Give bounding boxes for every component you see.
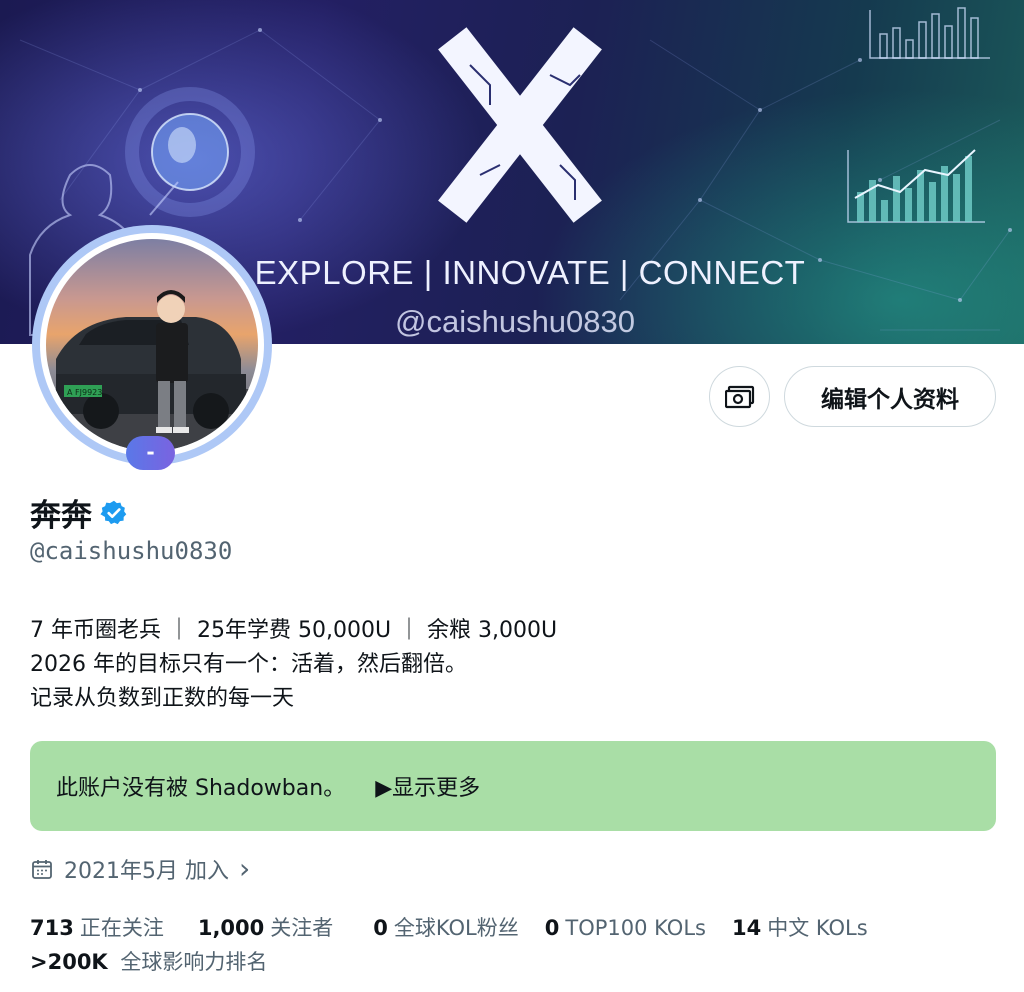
profile-handle: @caishushu0830 [30,537,233,565]
cn-kol-stat[interactable]: 14 中文 KOLs [732,912,868,942]
show-more-link[interactable]: ▶显示更多 [375,770,480,802]
avatar[interactable]: A FJ9923 [32,225,272,465]
tip-button[interactable] [709,366,770,427]
shadowban-text: 此账户没有被 Shadowban。 [56,776,346,801]
top100-count: 0 [544,916,560,940]
following-label: 正在关注 [79,916,164,940]
display-name: 奔奔 [30,498,92,534]
rank-value: >200K [30,950,108,974]
avatar-frame: A FJ9923 [40,233,264,457]
global-kol-stat[interactable]: 0 全球KOL粉丝 [373,912,518,942]
verified-badge-icon[interactable] [100,499,128,527]
chevron-right-icon: › [238,852,251,885]
license-plate: A FJ9923 [67,388,102,397]
profile-bio: 7 年币圈老兵 ｜ 25年学费 50,000U ｜ 余粮 3,000U 2026… [30,614,557,716]
joined-date-row[interactable]: 2021年5月 加入 › [30,853,250,885]
bio-line: 2026 年的目标只有一个：活着，然后翻倍。 [30,652,467,677]
calendar-icon [32,860,52,879]
top100-label: TOP100 KOLs [565,916,706,940]
cn-kol-label: 中文 KOLs [767,916,868,940]
rank-stat[interactable]: >200K 全球影响力排名 [30,946,267,976]
money-icon [724,385,754,408]
followers-label: 关注者 [270,916,334,940]
stats-row: 713 正在关注 1,000 关注者 0 全球KOL粉丝 0 TOP100 KO… [30,912,868,942]
bio-line: 7 年币圈老兵 ｜ 25年学费 50,000U ｜ 余粮 3,000U [30,618,558,643]
avatar-badge[interactable]: - [126,436,175,470]
shadowban-status-box: 此账户没有被 Shadowban。 ▶显示更多 [30,741,996,831]
joined-text: 2021年5月 加入 [64,859,229,884]
edit-profile-button[interactable]: 编辑个人资料 [784,366,996,427]
x-logo-icon [438,27,602,223]
avatar-illustration: A FJ9923 [46,290,258,451]
following-count: 713 [30,916,74,940]
followers-stat[interactable]: 1,000 关注者 [198,912,333,942]
profile-name-row: 奔奔 [30,490,128,535]
bio-line: 记录从负数到正数的每一天 [30,686,295,711]
rank-label: 全球影响力排名 [120,950,268,974]
top100-kol-stat[interactable]: 0 TOP100 KOLs [545,916,706,940]
following-stat[interactable]: 713 正在关注 [30,912,164,942]
followers-count: 1,000 [197,916,265,940]
cn-kol-count: 14 [731,916,762,940]
avatar-image: A FJ9923 [46,239,258,451]
global-kol-label: 全球KOL粉丝 [393,916,519,940]
global-kol-count: 0 [373,916,388,940]
